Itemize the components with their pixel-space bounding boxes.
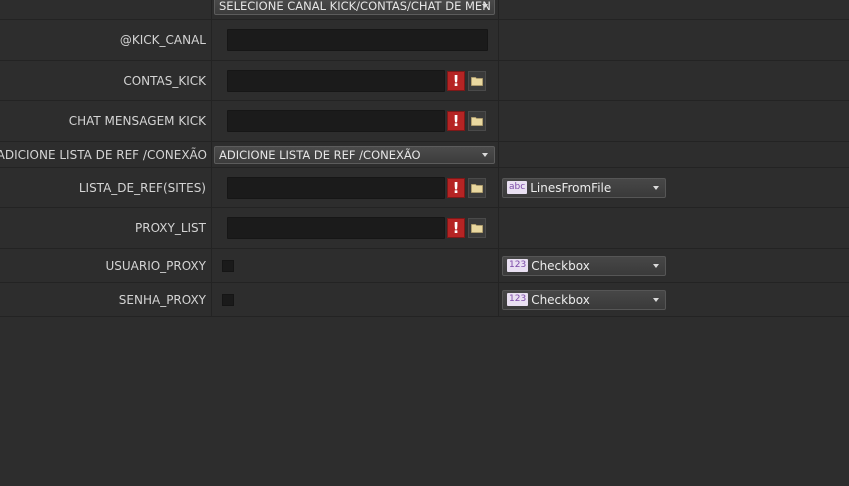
- senha-proxy-type-dropdown[interactable]: 123 Checkbox: [502, 289, 666, 310]
- row-input-cell: [212, 20, 499, 60]
- chat-mensagem-label: CHAT MENSAGEM KICK: [0, 101, 212, 141]
- usuario-proxy-checkbox[interactable]: [222, 259, 234, 272]
- row-extra-cell: [499, 20, 849, 60]
- senha-proxy-checkbox[interactable]: [222, 293, 234, 306]
- lista-ref-label: LISTA_DE_REF(SITES): [0, 168, 212, 207]
- warning-icon[interactable]: !: [447, 177, 465, 198]
- proxy-list-label: PROXY_LIST: [0, 208, 212, 248]
- row-input-cell: SELECIONE CANAL KICK/CONTAS/CHAT DE MEN: [212, 0, 499, 19]
- chevron-down-icon: [653, 297, 659, 302]
- adicione-lista-value: ADICIONE LISTA DE REF /CONEXÃO: [219, 147, 421, 162]
- usuario-proxy-type-value: Checkbox: [531, 258, 590, 273]
- folder-icon: [471, 183, 483, 193]
- row-input-cell: !: [212, 61, 499, 100]
- warning-icon[interactable]: !: [447, 218, 465, 238]
- row-extra-cell: [499, 101, 849, 141]
- row-extra-cell: [499, 208, 849, 248]
- chevron-down-icon: [653, 263, 659, 268]
- kick-canal-label: @KICK_CANAL: [0, 20, 212, 60]
- row-extra-cell: 123 Checkbox: [499, 249, 849, 282]
- lista-ref-input[interactable]: [227, 176, 445, 199]
- usuario-proxy-type-dropdown[interactable]: 123 Checkbox: [502, 255, 666, 276]
- row-kick-canal: @KICK_CANAL: [0, 20, 849, 61]
- row-chat-mensagem: CHAT MENSAGEM KICK !: [0, 101, 849, 142]
- row-senha-proxy: SENHA_PROXY 123 Checkbox: [0, 283, 849, 317]
- canal-select-dropdown[interactable]: SELECIONE CANAL KICK/CONTAS/CHAT DE MEN: [214, 0, 495, 15]
- chevron-down-icon: [653, 185, 659, 190]
- contas-kick-input[interactable]: [227, 69, 445, 92]
- row-input-cell: ADICIONE LISTA DE REF /CONEXÃO: [212, 142, 499, 167]
- row-lista-ref: LISTA_DE_REF(SITES) ! abc LinesFromFile: [0, 168, 849, 208]
- warning-icon[interactable]: !: [447, 111, 465, 131]
- canal-select-value: SELECIONE CANAL KICK/CONTAS/CHAT DE MEN: [219, 0, 491, 13]
- proxy-list-input[interactable]: [227, 217, 445, 239]
- row-extra-cell: [499, 61, 849, 100]
- row-extra-cell: abc LinesFromFile: [499, 168, 849, 207]
- chat-mensagem-input[interactable]: [227, 110, 445, 132]
- folder-icon: [471, 224, 483, 233]
- chat-mensagem-browse-button[interactable]: [468, 111, 486, 131]
- row-adicione-lista: ADICIONE LISTA DE REF /CONEXÃO ADICIONE …: [0, 142, 849, 168]
- senha-proxy-label: SENHA_PROXY: [0, 283, 212, 316]
- row-input-cell: !: [212, 168, 499, 207]
- row-usuario-proxy: USUARIO_PROXY 123 Checkbox: [0, 249, 849, 283]
- usuario-proxy-label: USUARIO_PROXY: [0, 249, 212, 282]
- adicione-lista-dropdown[interactable]: ADICIONE LISTA DE REF /CONEXÃO: [214, 145, 495, 164]
- row-label-cell: [0, 0, 212, 19]
- row-extra-cell: 123 Checkbox: [499, 283, 849, 316]
- contas-kick-browse-button[interactable]: [468, 70, 486, 91]
- row-input-cell: [212, 283, 499, 316]
- folder-icon: [471, 76, 483, 86]
- lista-ref-type-value: LinesFromFile: [530, 180, 612, 195]
- properties-grid: SELECIONE CANAL KICK/CONTAS/CHAT DE MEN …: [0, 0, 849, 317]
- type-badge: abc: [507, 181, 528, 194]
- senha-proxy-type-value: Checkbox: [531, 292, 590, 307]
- warning-icon[interactable]: !: [447, 70, 465, 91]
- kick-canal-input[interactable]: [227, 29, 488, 51]
- row-input-cell: !: [212, 208, 499, 248]
- chevron-down-icon: [482, 152, 488, 157]
- lista-ref-browse-button[interactable]: [468, 177, 486, 198]
- row-proxy-list: PROXY_LIST !: [0, 208, 849, 249]
- adicione-lista-label: ADICIONE LISTA DE REF /CONEXÃO: [0, 142, 212, 167]
- lista-ref-type-dropdown[interactable]: abc LinesFromFile: [502, 177, 666, 198]
- type-badge: 123: [507, 293, 529, 306]
- folder-icon: [471, 117, 483, 126]
- type-badge: 123: [507, 259, 529, 272]
- row-input-cell: [212, 249, 499, 282]
- contas-kick-label: CONTAS_KICK: [0, 61, 212, 100]
- chevron-down-icon: [482, 4, 488, 8]
- row-contas-kick: CONTAS_KICK !: [0, 61, 849, 101]
- row-extra-cell: [499, 142, 849, 167]
- row-input-cell: !: [212, 101, 499, 141]
- proxy-list-browse-button[interactable]: [468, 218, 486, 238]
- row-extra-cell: [499, 0, 849, 19]
- row-canal-select: SELECIONE CANAL KICK/CONTAS/CHAT DE MEN: [0, 0, 849, 20]
